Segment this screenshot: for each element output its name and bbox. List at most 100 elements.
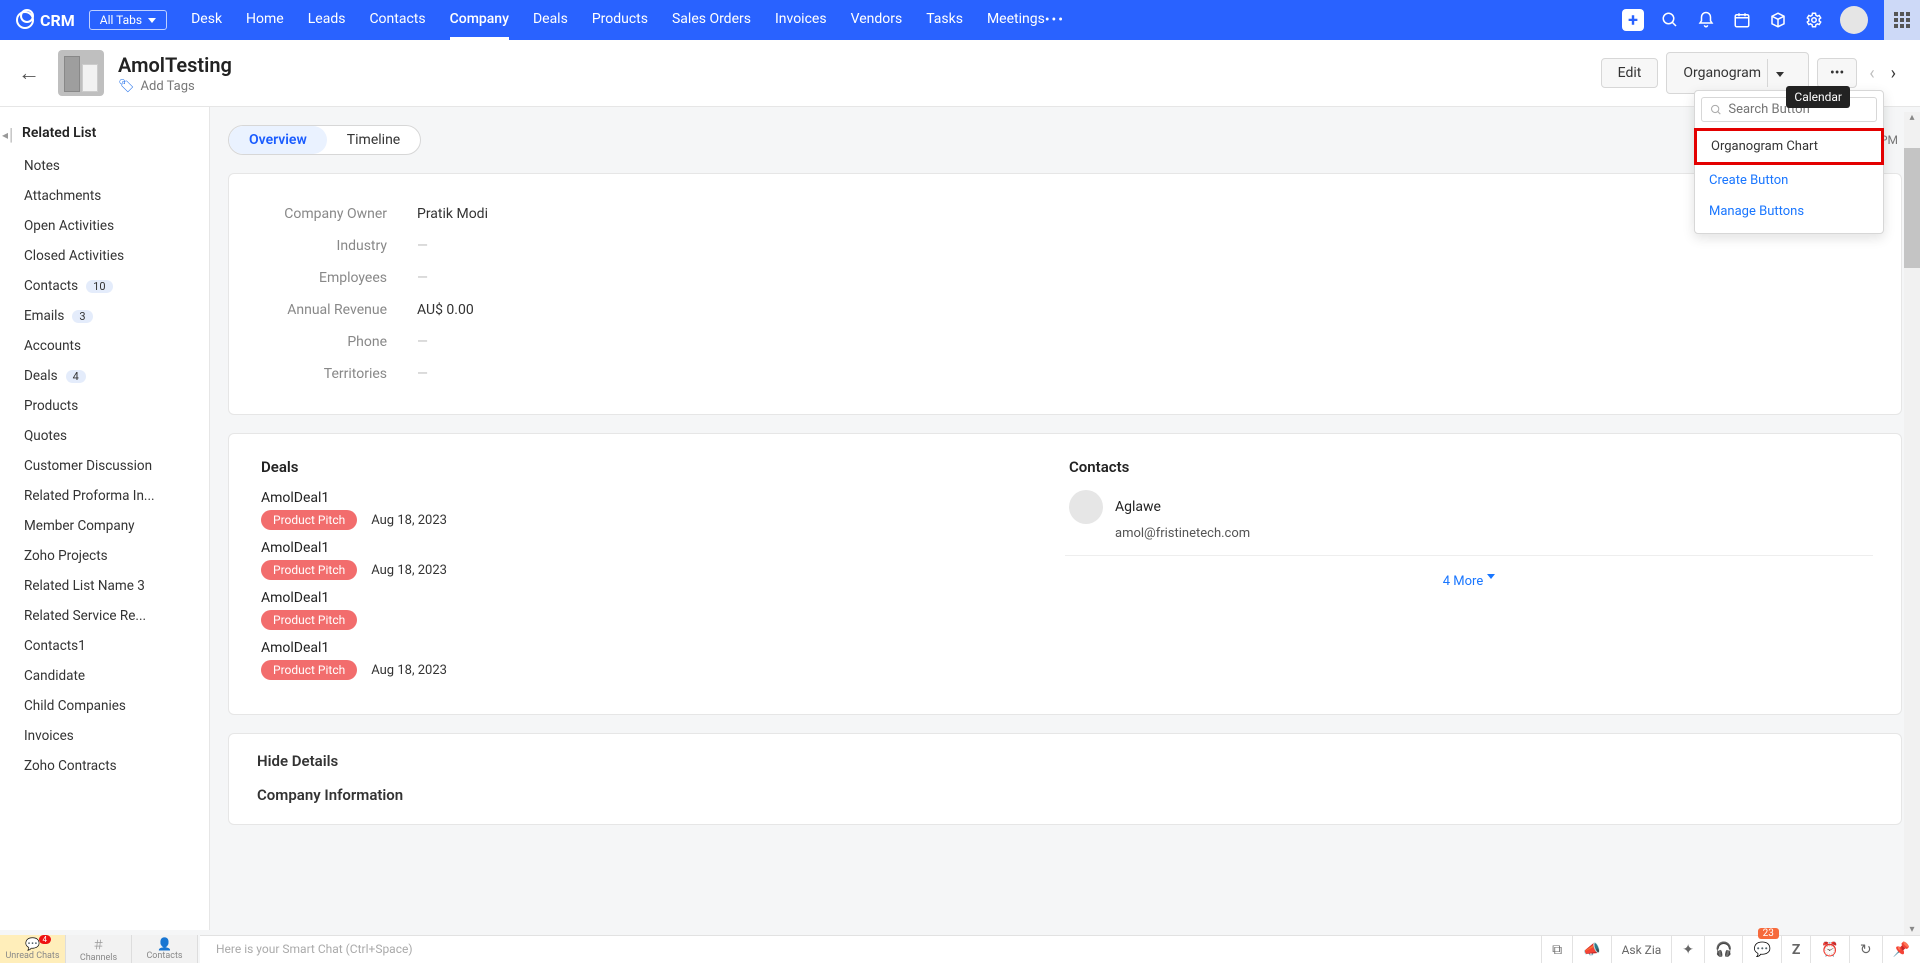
scroll-up-icon[interactable]: ▴ xyxy=(1904,112,1920,123)
scroll-down-icon[interactable]: ▾ xyxy=(1904,924,1920,935)
sidebar-item-open-activities[interactable]: Open Activities xyxy=(4,211,209,241)
chat-tab-label: Unread Chats xyxy=(5,951,59,961)
hide-details-toggle[interactable]: Hide Details xyxy=(257,734,1873,776)
sidebar-item-contacts[interactable]: Contacts10 xyxy=(4,271,209,301)
sidebar-item-candidate[interactable]: Candidate xyxy=(4,661,209,691)
deal-item[interactable]: AmolDeal1Product PitchAug 18, 2023 xyxy=(261,490,1061,530)
nav-item-home[interactable]: Home xyxy=(246,1,284,40)
more-actions-button[interactable]: ••• xyxy=(1817,58,1857,88)
deal-item[interactable]: AmolDeal1Product Pitch xyxy=(261,590,1061,630)
sidebar-item-notes[interactable]: Notes xyxy=(4,151,209,181)
gear-icon[interactable] xyxy=(1804,10,1824,30)
deal-item[interactable]: AmolDeal1Product PitchAug 18, 2023 xyxy=(261,640,1061,680)
chevron-down-icon xyxy=(1487,574,1495,579)
tab-timeline[interactable]: Timeline xyxy=(327,126,420,154)
sidebar-collapse-icon[interactable]: ◂│ xyxy=(2,128,16,142)
dropdown-item-manage-buttons[interactable]: Manage Buttons xyxy=(1695,196,1883,227)
nav-overflow[interactable]: ••• xyxy=(1045,2,1065,38)
nav-item-vendors[interactable]: Vendors xyxy=(851,1,903,40)
sidebar-item-closed-activities[interactable]: Closed Activities xyxy=(4,241,209,271)
chat-tab-channels[interactable]: ＃Channels xyxy=(66,935,132,963)
sidebar-item-zoho-contracts[interactable]: Zoho Contracts xyxy=(4,751,209,781)
deal-stage-badge: Product Pitch xyxy=(261,660,357,680)
sidebar-item-label: Child Companies xyxy=(24,698,126,714)
nav-item-invoices[interactable]: Invoices xyxy=(775,1,827,40)
sidebar-item-invoices[interactable]: Invoices xyxy=(4,721,209,751)
scrollbar[interactable]: ▴ ▾ xyxy=(1904,112,1920,935)
sidebar-item-related-proforma-in-[interactable]: Related Proforma In... xyxy=(4,481,209,511)
contact-avatar xyxy=(1069,490,1103,524)
sidebar-item-label: Member Company xyxy=(24,518,135,534)
content-area: ◂│ Related List NotesAttachmentsOpen Act… xyxy=(0,107,1920,930)
contacts-more-link[interactable]: 4 More xyxy=(1069,574,1869,589)
chat-tab-unread-chats[interactable]: 💬Unread Chats4 xyxy=(0,935,66,963)
sidebar-item-deals[interactable]: Deals4 xyxy=(4,361,209,391)
sidebar-item-label: Accounts xyxy=(24,338,81,354)
sidebar-item-accounts[interactable]: Accounts xyxy=(4,331,209,361)
nav-item-company[interactable]: Company xyxy=(450,1,509,40)
add-tags-button[interactable]: 🏷 Add Tags xyxy=(118,79,232,94)
record-header: ← AmolTesting 🏷 Add Tags Edit Organogram… xyxy=(0,40,1920,107)
nav-item-leads[interactable]: Leads xyxy=(308,1,346,40)
prev-record-arrow[interactable]: ‹ xyxy=(1865,63,1878,84)
sidebar-item-quotes[interactable]: Quotes xyxy=(4,421,209,451)
field-row: Company OwnerPratik Modi xyxy=(257,198,1873,230)
next-record-arrow[interactable]: › xyxy=(1887,63,1900,84)
deal-meta: Product PitchAug 18, 2023 xyxy=(261,660,1061,680)
sidebar-item-member-company[interactable]: Member Company xyxy=(4,511,209,541)
field-value: — xyxy=(417,238,428,254)
nav-item-tasks[interactable]: Tasks xyxy=(926,1,963,40)
sidebar-item-related-service-re-[interactable]: Related Service Re... xyxy=(4,601,209,631)
deal-name: AmolDeal1 xyxy=(261,540,1061,556)
dropdown-item-organogram-chart[interactable]: Organogram Chart xyxy=(1694,128,1884,165)
back-arrow-icon[interactable]: ← xyxy=(18,60,40,86)
field-value: Pratik Modi xyxy=(417,206,488,222)
deal-item[interactable]: AmolDeal1Product PitchAug 18, 2023 xyxy=(261,540,1061,580)
contact-row[interactable]: Aglawe xyxy=(1069,490,1869,524)
sidebar-item-contacts1[interactable]: Contacts1 xyxy=(4,631,209,661)
chat-tab-contacts[interactable]: 👤Contacts xyxy=(132,935,198,963)
sidebar-item-zoho-projects[interactable]: Zoho Projects xyxy=(4,541,209,571)
dropdown-item-create-button[interactable]: Create Button xyxy=(1695,165,1883,196)
sidebar-item-related-list-name-3[interactable]: Related List Name 3 xyxy=(4,571,209,601)
search-icon[interactable] xyxy=(1660,10,1680,30)
sidebar-item-products[interactable]: Products xyxy=(4,391,209,421)
brand-logo[interactable]: CRM xyxy=(16,11,75,30)
field-value: — xyxy=(417,270,428,286)
bell-icon[interactable] xyxy=(1696,10,1716,30)
smart-chat-bar[interactable]: Here is your Smart Chat (Ctrl+Space) xyxy=(200,935,1590,963)
sidebar-item-customer-discussion[interactable]: Customer Discussion xyxy=(4,451,209,481)
nav-item-deals[interactable]: Deals xyxy=(533,1,568,40)
chat-tab-label: Contacts xyxy=(146,951,182,961)
sb-headset-icon[interactable]: 🎧 xyxy=(1704,936,1742,963)
add-icon[interactable]: + xyxy=(1622,9,1644,31)
sb-sparkle-icon[interactable]: ✦ xyxy=(1671,936,1704,963)
sidebar-item-emails[interactable]: Emails3 xyxy=(4,301,209,331)
sb-history-icon[interactable]: ↻ xyxy=(1849,936,1882,963)
sidebar-item-label: Open Activities xyxy=(24,218,114,234)
apps-launcher-icon[interactable] xyxy=(1884,0,1920,40)
deal-date: Aug 18, 2023 xyxy=(371,513,447,528)
all-tabs-dropdown[interactable]: All Tabs xyxy=(89,10,167,30)
edit-button[interactable]: Edit xyxy=(1601,58,1659,88)
nav-item-sales-orders[interactable]: Sales Orders xyxy=(672,1,751,40)
nav-item-products[interactable]: Products xyxy=(592,1,648,40)
nav-item-desk[interactable]: Desk xyxy=(191,1,222,40)
calendar-icon[interactable] xyxy=(1732,10,1752,30)
sb-clock-icon[interactable]: ⏰ xyxy=(1810,936,1848,963)
box-icon[interactable] xyxy=(1768,10,1788,30)
sb-chat-icon[interactable]: 💬23 xyxy=(1742,936,1780,963)
sb-za-icon[interactable]: Z xyxy=(1781,936,1811,963)
sb-announce-icon[interactable]: 📣 xyxy=(1572,936,1610,963)
nav-item-contacts[interactable]: Contacts xyxy=(369,1,425,40)
nav-item-meetings[interactable]: Meetings xyxy=(987,1,1045,40)
scroll-thumb[interactable] xyxy=(1904,148,1920,268)
sidebar-item-attachments[interactable]: Attachments xyxy=(4,181,209,211)
sb-pin-icon[interactable]: 📌 xyxy=(1882,936,1920,963)
organogram-caret[interactable] xyxy=(1767,59,1792,87)
sb-compose-icon[interactable]: ⧉ xyxy=(1541,936,1572,963)
ask-zia-button[interactable]: Ask Zia xyxy=(1611,936,1672,963)
tab-overview[interactable]: Overview xyxy=(229,126,327,154)
user-avatar[interactable] xyxy=(1840,6,1868,34)
sidebar-item-child-companies[interactable]: Child Companies xyxy=(4,691,209,721)
